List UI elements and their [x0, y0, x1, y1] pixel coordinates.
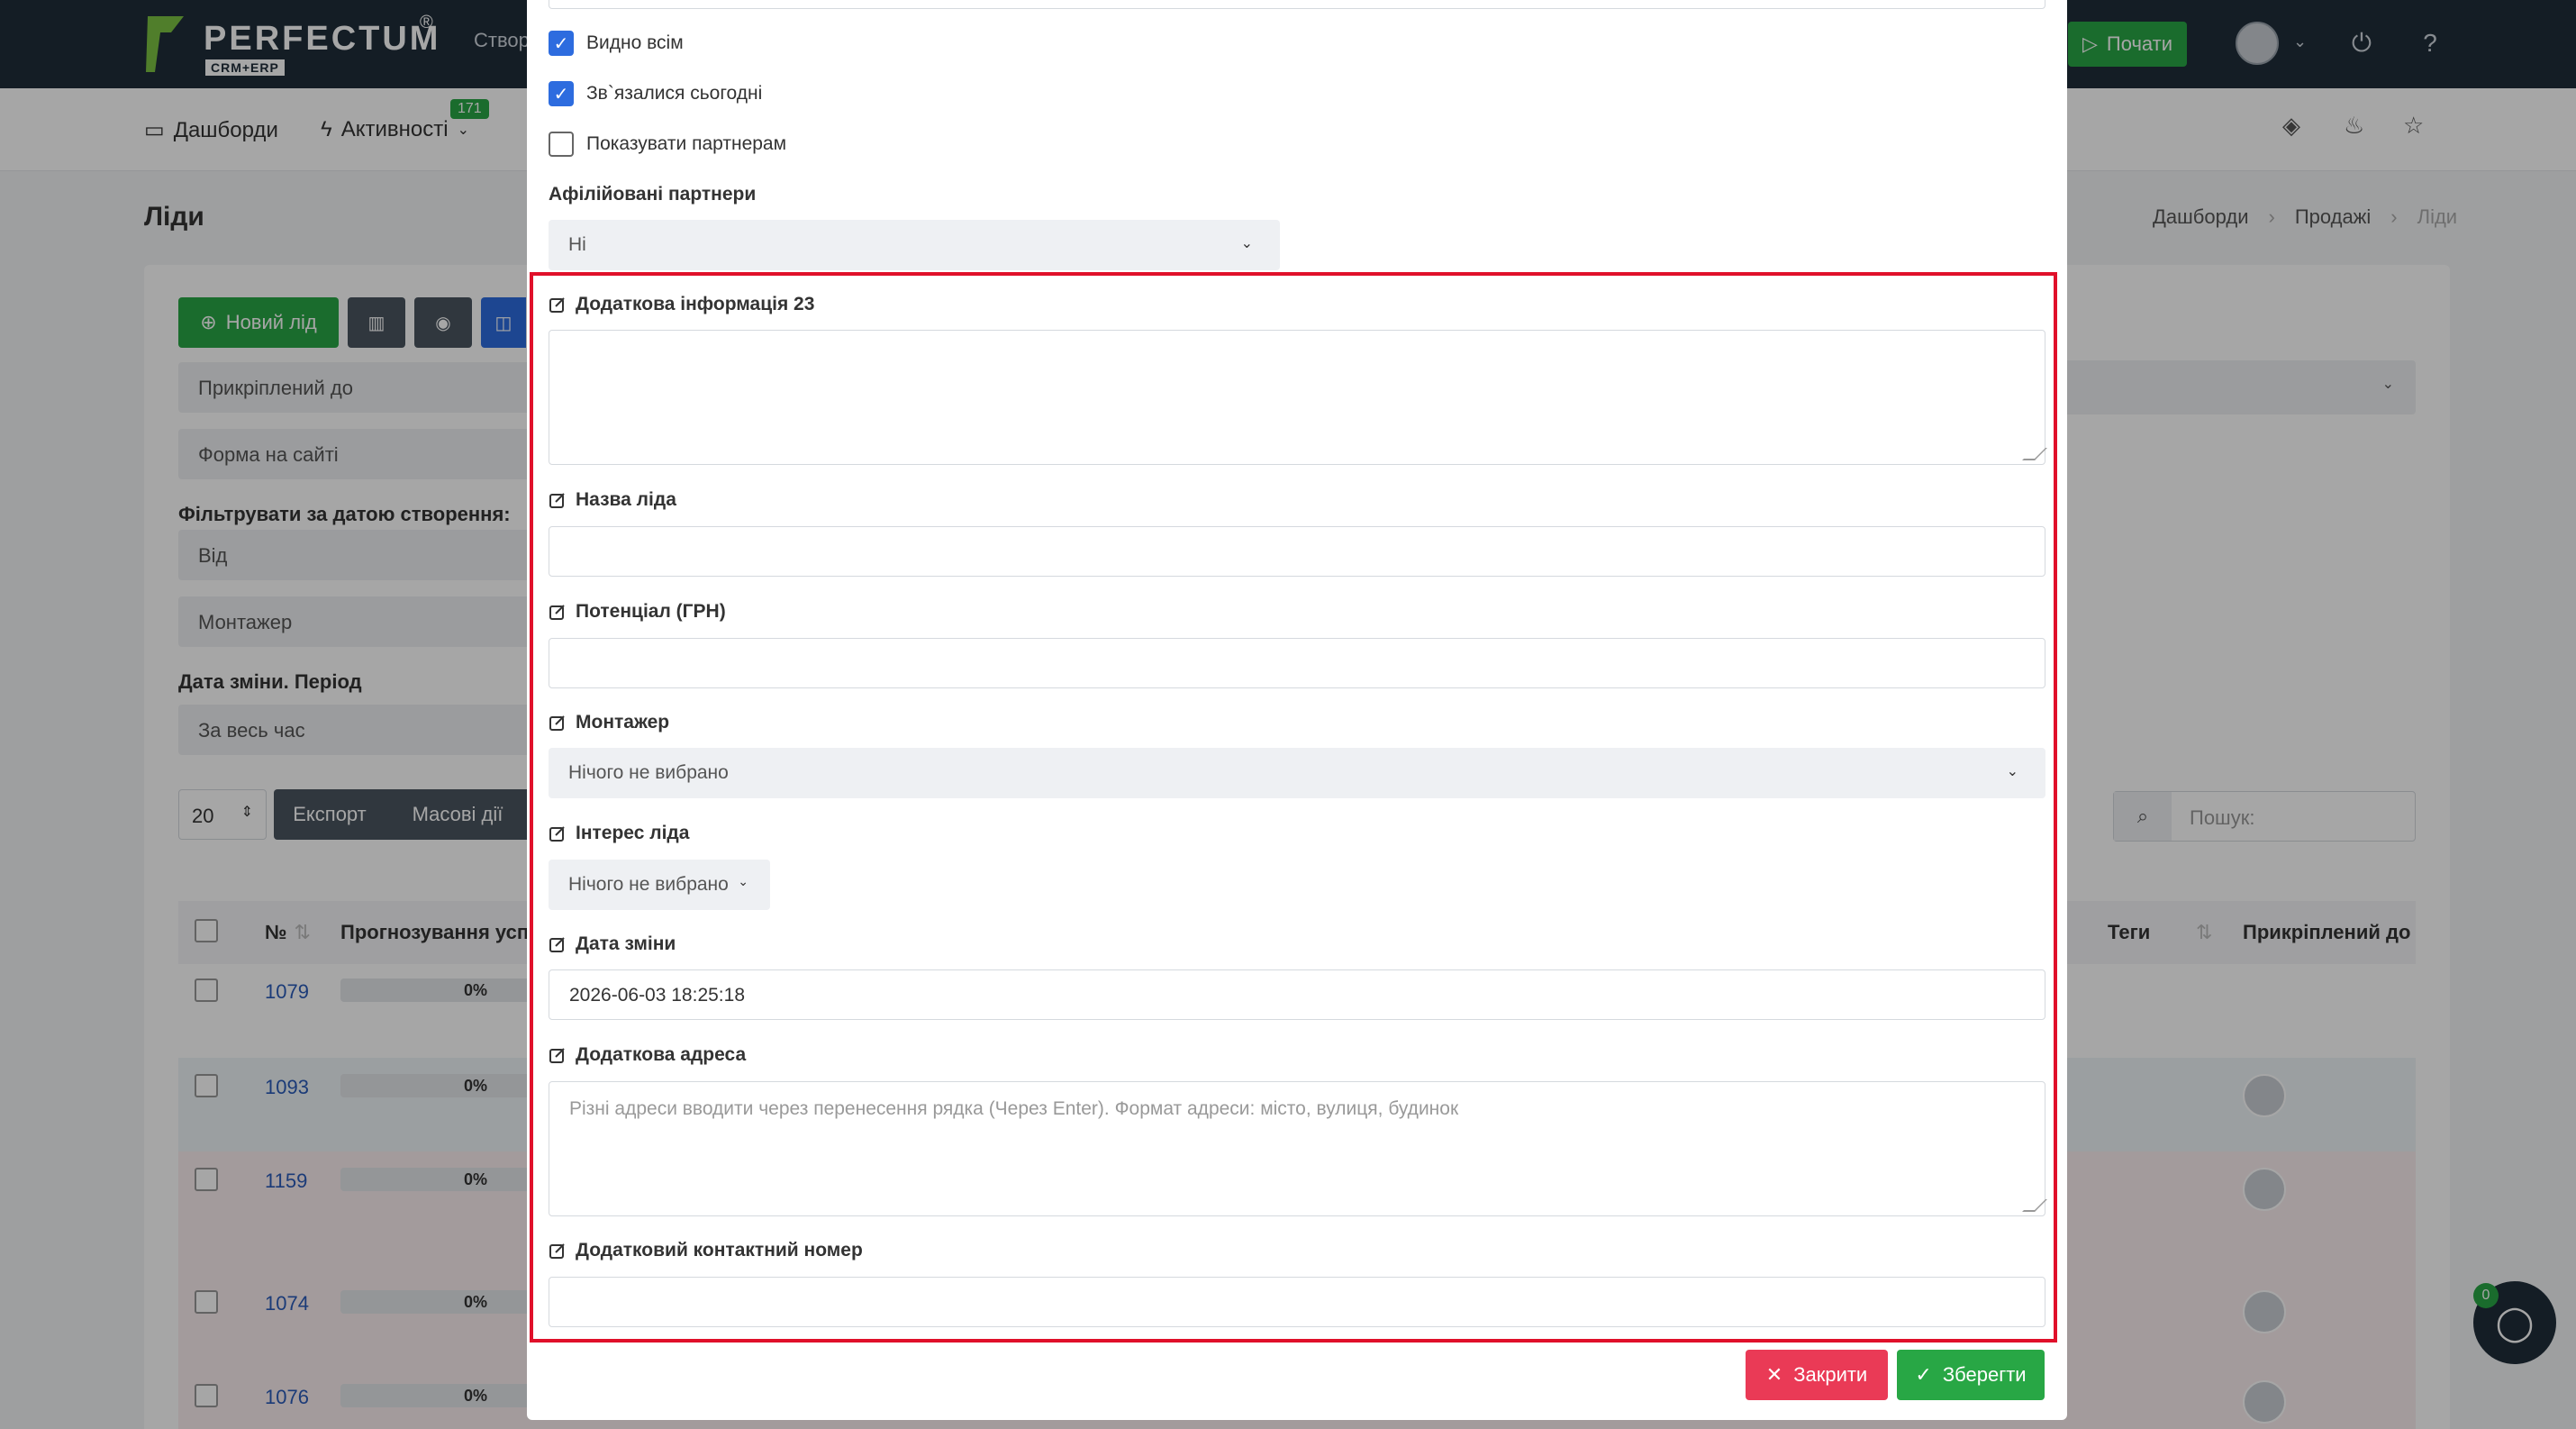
installer-value: Нічого не вибрано [568, 762, 729, 783]
lead-interest-select[interactable]: Нічого не вибрано ⌄ [549, 860, 770, 910]
lead-interest-value: Нічого не вибрано [568, 874, 729, 895]
lead-name-label: Назва ліда [549, 489, 676, 511]
contacted-today-checkbox[interactable]: ✓ [549, 81, 574, 106]
save-button-label: Зберегти [1942, 1363, 2027, 1386]
installer-select[interactable]: Нічого не вибрано ⌄ [549, 748, 2045, 798]
lead-name-input[interactable] [549, 526, 2045, 577]
contacted-today-option[interactable]: ✓ Зв`язалися сьогодні [549, 81, 762, 106]
chevron-down-icon: ⌄ [2006, 764, 2018, 779]
chevron-down-icon: ⌄ [1240, 236, 1253, 251]
close-button[interactable]: ✕ Закрити [1746, 1350, 1888, 1400]
close-button-label: Закрити [1793, 1363, 1868, 1386]
lead-name-text: Назва ліда [576, 489, 676, 510]
extra-phone-input[interactable] [549, 1277, 2045, 1327]
potential-label: Потенціал (ГРН) [549, 601, 726, 623]
affiliated-partners-select[interactable]: Ні ⌄ [549, 220, 1280, 270]
show-partners-label: Показувати партнерам [586, 133, 787, 154]
extra-info-text: Додаткова інформація 23 [576, 294, 815, 314]
edit-lead-modal: ✓ Видно всім ✓ Зв`язалися сьогодні Показ… [527, 0, 2067, 1420]
check-icon: ✓ [1915, 1363, 1932, 1386]
lead-interest-label: Інтерес ліда [549, 823, 689, 844]
edit-icon [549, 493, 565, 508]
edit-icon [549, 1243, 565, 1259]
extra-info-label: Додаткова інформація 23 [549, 294, 814, 315]
show-partners-checkbox[interactable] [549, 132, 574, 157]
installer-label: Монтажер [549, 712, 669, 733]
chevron-down-icon: ⌄ [738, 874, 748, 888]
contacted-today-label: Зв`язалися сьогодні [586, 83, 763, 104]
close-icon: ✕ [1765, 1363, 1783, 1386]
extra-address-label: Додаткова адреса [549, 1044, 746, 1066]
change-date-input[interactable]: 2026-06-03 18:25:18 [549, 969, 2045, 1020]
edit-icon [549, 297, 565, 313]
top-textarea-edge[interactable] [549, 0, 2045, 9]
potential-input[interactable] [549, 638, 2045, 688]
change-date-text: Дата зміни [576, 933, 676, 954]
affiliated-partners-text: Афілійовані партнери [549, 184, 757, 205]
extra-phone-label: Додатковий контактний номер [549, 1240, 863, 1261]
extra-address-text: Додаткова адреса [576, 1044, 747, 1065]
visible-all-checkbox[interactable]: ✓ [549, 31, 574, 56]
potential-text: Потенціал (ГРН) [576, 601, 726, 622]
save-button[interactable]: ✓ Зберегти [1897, 1350, 2045, 1400]
affiliated-partners-label: Афілійовані партнери [549, 184, 756, 205]
edit-icon [549, 1048, 565, 1063]
visible-all-label: Видно всім [586, 32, 684, 53]
extra-phone-text: Додатковий контактний номер [576, 1240, 863, 1261]
edit-icon [549, 937, 565, 952]
edit-icon [549, 605, 565, 620]
show-partners-option[interactable]: Показувати партнерам [549, 132, 786, 157]
visible-all-option[interactable]: ✓ Видно всім [549, 31, 684, 56]
edit-icon [549, 715, 565, 731]
edit-icon [549, 826, 565, 842]
extra-info-textarea[interactable] [549, 330, 2045, 465]
installer-text: Монтажер [576, 712, 670, 733]
lead-interest-text: Інтерес ліда [576, 823, 690, 843]
affiliated-partners-value: Ні [568, 234, 586, 255]
extra-address-textarea[interactable]: Різні адреси вводити через перенесення р… [549, 1081, 2045, 1216]
change-date-field-label: Дата зміни [549, 933, 676, 955]
